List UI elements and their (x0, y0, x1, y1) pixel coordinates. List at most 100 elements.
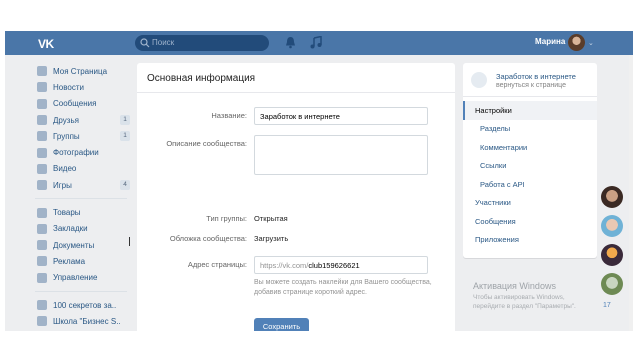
sidebar-item-label: Группы (53, 131, 80, 141)
address-prefix: https://vk.com/ (260, 261, 309, 270)
chat-count[interactable]: 17 (603, 302, 627, 309)
divider (35, 290, 127, 292)
sidebar-item-group-2[interactable]: Школа "Бизнес S.. (35, 313, 135, 329)
sidebar-item-label: Моя Страница (53, 66, 108, 76)
settings-panel: Основная информация Название: Заработок … (137, 63, 455, 331)
group-icon (471, 72, 487, 88)
menu-item-links[interactable]: Ссылки (463, 157, 597, 176)
mouse-cursor (129, 237, 130, 246)
address-field[interactable]: https://vk.com/club159626621 (254, 256, 428, 274)
address-label: Адрес страницы: (187, 260, 247, 269)
address-value: club159626621 (308, 261, 360, 270)
page-title: Основная информация (137, 63, 455, 93)
save-button[interactable]: Сохранить (254, 318, 309, 331)
address-hint: Вы можете создать наклейки для Вашего со… (254, 279, 432, 296)
scrollbar[interactable] (629, 55, 633, 331)
group-icon (37, 131, 47, 142)
menu-item-apps[interactable]: Приложения (463, 231, 597, 250)
sidebar-item-video[interactable]: Видео (35, 161, 135, 177)
back-link[interactable]: вернуться к странице (496, 82, 566, 89)
count-badge: 4 (120, 180, 130, 191)
sidebar-item-photos[interactable]: Фотографии (35, 144, 135, 160)
sidebar-item-label: Игры (53, 180, 72, 190)
sidebar-item-ads[interactable]: Реклама (35, 253, 135, 269)
sidebar-item-group-1[interactable]: 100 секретов за.. (35, 297, 135, 313)
group-icon (37, 316, 47, 327)
sidebar-item-label: Товары (53, 208, 81, 218)
sidebar-item-label: Закладки (53, 224, 88, 234)
type-value[interactable]: Открытая (254, 214, 288, 223)
chat-avatar[interactable] (601, 273, 623, 295)
top-bar: VK Поиск Марина ⌄ (5, 31, 633, 55)
windows-activation-text: Чтобы активировать Windows, перейдите в … (473, 294, 576, 310)
community-name: Заработок в интернете (496, 72, 576, 81)
count-badge: 1 (120, 131, 130, 142)
video-frame: VK Поиск Марина ⌄ Моя Страница Новости С… (0, 0, 640, 360)
chat-avatar[interactable] (601, 244, 623, 266)
windows-activation-title: Активация Windows (473, 281, 556, 291)
chat-sidebar: 17 (597, 181, 627, 309)
video-icon (37, 163, 47, 174)
cover-label: Обложка сообщества: (169, 234, 247, 243)
sidebar-item-label: Сообщения (53, 99, 97, 109)
sidebar-item-label: Реклама (53, 256, 86, 266)
user-name[interactable]: Марина (535, 37, 565, 46)
sidebar-item-manage[interactable]: Управление (35, 270, 135, 286)
divider (35, 198, 127, 200)
description-field[interactable] (254, 135, 428, 175)
sidebar-item-goods[interactable]: Товары (35, 204, 135, 220)
sidebar-item-label: Управление (53, 273, 98, 283)
megaphone-icon (37, 256, 47, 267)
bag-icon (37, 207, 47, 218)
name-label: Название: (211, 111, 247, 120)
chat-avatar[interactable] (601, 215, 623, 237)
camera-icon (37, 147, 47, 158)
sidebar-item-bookmarks[interactable]: Закладки (35, 221, 135, 237)
settings-menu: Настройки Разделы Комментарии Ссылки Раб… (463, 97, 597, 249)
menu-item-settings[interactable]: Настройки (463, 101, 597, 120)
menu-item-sections[interactable]: Разделы (463, 120, 597, 139)
sidebar-item-label: Фотографии (53, 148, 99, 158)
vk-window: VK Поиск Марина ⌄ Моя Страница Новости С… (5, 31, 633, 331)
community-link[interactable]: Заработок в интернете вернуться к страни… (463, 63, 597, 97)
sidebar-item-label: Новости (53, 82, 84, 92)
music-icon[interactable] (310, 36, 322, 49)
vk-logo[interactable]: VK (38, 37, 54, 51)
cover-upload-link[interactable]: Загрузить (254, 234, 288, 243)
chat-avatar[interactable] (601, 186, 623, 208)
chat-icon (37, 98, 47, 109)
controller-icon (37, 272, 47, 283)
menu-item-comments[interactable]: Комментарии (463, 138, 597, 157)
star-icon (37, 223, 47, 234)
search-placeholder: Поиск (152, 38, 175, 47)
sidebar-item-news[interactable]: Новости (35, 79, 135, 95)
menu-item-members[interactable]: Участники (463, 194, 597, 213)
user-icon (37, 115, 47, 126)
sidebar-item-games[interactable]: Игры 4 (35, 177, 135, 193)
news-icon (37, 82, 47, 93)
chevron-down-icon[interactable]: ⌄ (588, 39, 594, 47)
type-label: Тип группы: (206, 214, 247, 223)
avatar[interactable] (568, 34, 585, 51)
sidebar-item-documents[interactable]: Документы (35, 237, 135, 253)
document-icon (37, 240, 47, 251)
name-field[interactable]: Заработок в интернете (254, 107, 428, 125)
sidebar-item-friends[interactable]: Друзья 1 (35, 112, 135, 128)
sidebar-item-label: Видео (53, 164, 77, 174)
bell-icon[interactable] (285, 36, 296, 49)
sidebar-item-groups[interactable]: Группы 1 (35, 128, 135, 144)
menu-item-api[interactable]: Работа с API (463, 175, 597, 194)
count-badge: 1 (120, 114, 130, 125)
right-menu: Заработок в интернете вернуться к страни… (463, 63, 597, 258)
sidebar-item-label: Документы (53, 240, 95, 250)
sidebar-item-my-page[interactable]: Моя Страница (35, 63, 135, 79)
sidebar-item-label: Друзья (53, 115, 79, 125)
sidebar: Моя Страница Новости Сообщения Друзья 1 Г… (35, 63, 135, 329)
description-label: Описание сообщества: (166, 139, 247, 148)
search-input[interactable]: Поиск (135, 35, 269, 51)
gamepad-icon (37, 180, 47, 191)
home-icon (37, 66, 47, 77)
group-icon (37, 300, 47, 310)
menu-item-messages[interactable]: Сообщения (463, 212, 597, 231)
sidebar-item-messages[interactable]: Сообщения (35, 96, 135, 112)
